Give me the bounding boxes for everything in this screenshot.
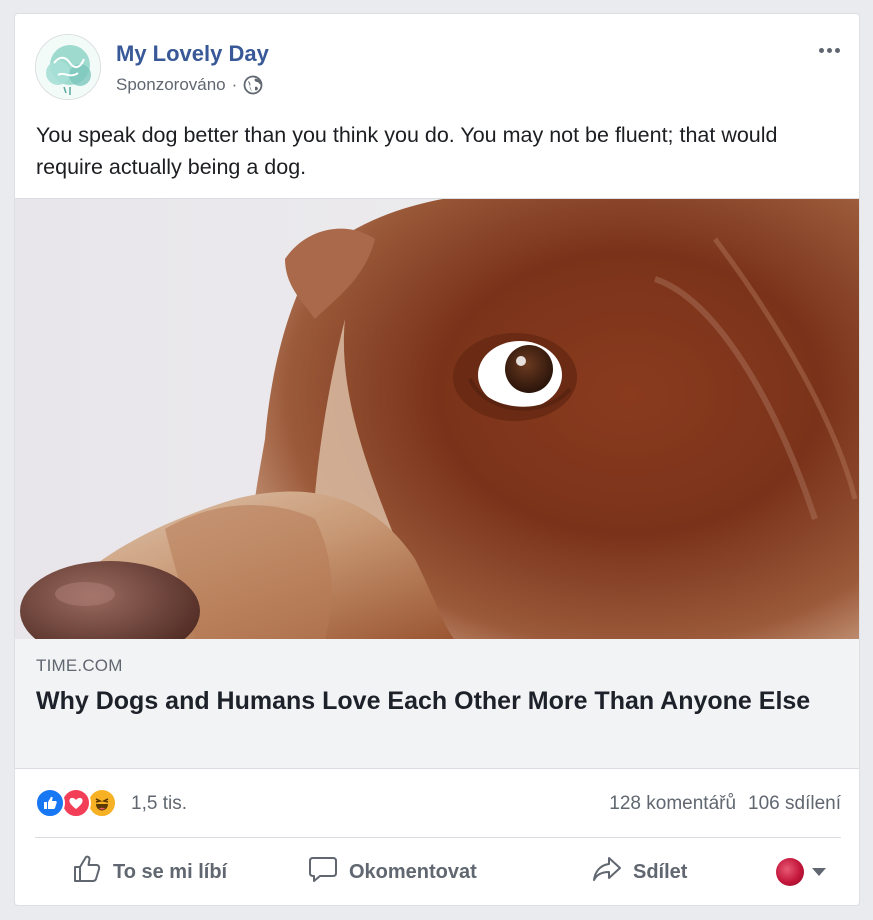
sponsored-label[interactable]: Sponzorováno [116,75,226,95]
reaction-count[interactable]: 1,5 tis. [131,793,187,815]
link-title[interactable]: Why Dogs and Humans Love Each Other More… [36,684,836,718]
actions-divider [35,837,841,838]
post-card: My Lovely Day Sponzorováno · You speak d… [14,13,860,906]
share-button[interactable]: Sdílet [591,846,687,898]
love-reaction-icon [61,788,91,818]
like-button-label: To se mi líbí [113,860,228,883]
sponsored-row: Sponzorováno · [116,75,263,95]
post-message: You speak dog better than you think you … [36,123,778,179]
share-icon [591,853,623,891]
chevron-down-icon [812,868,826,876]
comment-icon [307,853,339,891]
link-domain: TIME.COM [36,656,123,675]
reactions-summary[interactable] [35,788,135,820]
post-header: My Lovely Day Sponzorováno · [15,14,859,114]
comment-button-label: Okomentovat [349,860,477,883]
page-name-link[interactable]: My Lovely Day [116,41,269,67]
user-avatar [776,858,804,886]
separator-dot: · [231,75,238,94]
post-as-selector[interactable] [776,846,826,898]
haha-reaction-icon [87,788,117,818]
link-preview-box[interactable]: TIME.COM Why Dogs and Humans Love Each O… [15,639,859,769]
like-button[interactable]: To se mi líbí [71,846,227,898]
share-button-label: Sdílet [633,860,688,883]
post-actions: To se mi líbí Okomentovat Sdílet [35,846,841,898]
post-stats: 1,5 tis. 128 komentářů 106 sdílení [35,784,841,824]
more-options-icon[interactable] [813,40,845,60]
page-avatar[interactable] [35,34,101,100]
shares-count[interactable]: 106 sdílení [748,793,841,815]
globe-icon[interactable] [243,75,263,95]
engagement-counts: 128 komentářů 106 sdílení [609,793,841,815]
thumbs-up-icon [71,853,103,891]
comments-count[interactable]: 128 komentářů [609,793,736,815]
comment-button[interactable]: Okomentovat [307,846,477,898]
like-reaction-icon [35,788,65,818]
link-preview-image[interactable] [15,198,859,639]
